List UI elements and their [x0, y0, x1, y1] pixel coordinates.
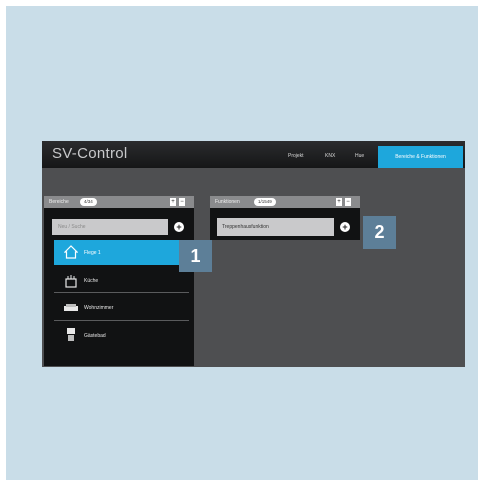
nav-bereiche-funktionen[interactable]: Bereiche & Funktionen: [378, 146, 463, 168]
funktionen-header: Funktionen 1/1549 + −: [210, 196, 360, 208]
bereiche-header: Bereiche 4/34 + −: [44, 196, 194, 208]
list-item-wohnzimmer[interactable]: Wohnzimmer: [54, 295, 189, 320]
callout-1: 1: [179, 240, 212, 272]
funktion-new-button[interactable]: +: [340, 222, 350, 232]
funktionen-panel: Treppenhausfunktion +: [210, 208, 360, 240]
callout-2: 2: [363, 216, 396, 249]
list-divider: [54, 292, 189, 293]
bereiche-search-input[interactable]: Neu / Suche: [52, 219, 168, 235]
list-item-label: Flege 1: [84, 250, 101, 256]
funktionen-add-button[interactable]: +: [336, 198, 342, 206]
bath-icon: [67, 328, 75, 341]
list-item-flege-1[interactable]: Flege 1: [54, 240, 189, 265]
list-item-kueche[interactable]: Küche: [54, 268, 189, 293]
list-item-label: Gästebad: [84, 333, 106, 339]
bereiche-new-button[interactable]: +: [174, 222, 184, 232]
figure-background: SV-Control Projekt KNX Hue Bereiche & Fu…: [6, 6, 478, 480]
list-divider: [54, 320, 189, 321]
funktionen-count-badge: 1/1549: [254, 198, 276, 206]
list-item-label: Küche: [84, 278, 99, 284]
pot-icon: [65, 275, 77, 288]
list-item-label: Wohnzimmer: [84, 305, 114, 311]
nav-knx[interactable]: KNX: [325, 153, 335, 159]
bereiche-remove-button[interactable]: −: [179, 198, 185, 206]
nav-projekt[interactable]: Projekt: [288, 153, 304, 159]
list-item-gaestebad[interactable]: Gästebad: [54, 323, 189, 348]
bereiche-add-button[interactable]: +: [170, 198, 176, 206]
bereiche-panel: Neu / Suche + Flege 1 Küche Wohnzimmer G…: [44, 208, 194, 366]
app-title: SV-Control: [52, 145, 128, 162]
house-icon: [64, 245, 78, 259]
nav-hue[interactable]: Hue: [355, 153, 364, 159]
funktionen-remove-button[interactable]: −: [345, 198, 351, 206]
app-window: SV-Control Projekt KNX Hue Bereiche & Fu…: [42, 141, 465, 367]
bereiche-label: Bereiche: [49, 199, 69, 205]
bereiche-count-badge: 4/34: [80, 198, 97, 206]
top-bar: SV-Control Projekt KNX Hue Bereiche & Fu…: [42, 141, 465, 168]
sofa-icon: [64, 304, 78, 311]
funktion-field[interactable]: Treppenhausfunktion: [217, 218, 334, 236]
funktionen-label: Funktionen: [215, 199, 240, 205]
